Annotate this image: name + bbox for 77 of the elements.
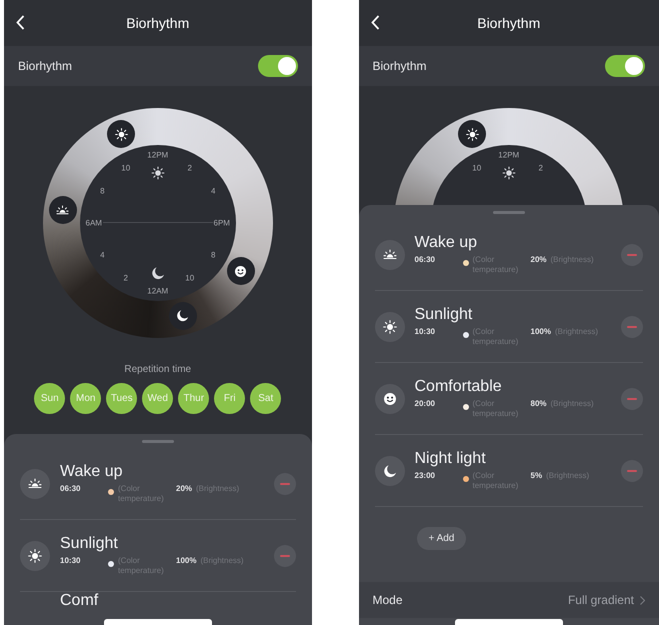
mode-label: Mode <box>372 593 403 607</box>
back-icon[interactable] <box>370 15 380 30</box>
day-button[interactable]: Fri <box>214 383 246 414</box>
sunrise-icon <box>56 204 70 217</box>
screen-title: Biorhythm <box>126 15 190 31</box>
schedule-time: 10:30 <box>414 327 436 336</box>
hour-label: 2 <box>538 163 543 172</box>
brightness-value: 100% <box>530 327 551 336</box>
moon-icon <box>150 266 165 280</box>
sunrise-icon <box>28 476 42 490</box>
toggle-switch[interactable] <box>258 55 298 77</box>
toggle-label: Biorhythm <box>372 59 427 73</box>
day-button[interactable]: Wed <box>142 383 174 414</box>
moon-icon <box>176 309 190 322</box>
brightness-value: 100% <box>176 556 196 565</box>
day-button[interactable]: Sun <box>34 383 66 414</box>
schedule-title: Sunlight <box>414 306 474 324</box>
minus-icon <box>280 482 290 484</box>
smiley-icon <box>382 392 396 406</box>
toggle-label: Biorhythm <box>18 59 72 73</box>
hour-label: 2 <box>188 163 192 172</box>
mode-row[interactable]: Mode Full gradient <box>358 582 659 618</box>
hour-label: 12PM <box>147 150 168 160</box>
minus-icon <box>627 254 637 256</box>
hour-label: 2 <box>124 274 128 283</box>
sun-icon <box>502 166 516 180</box>
back-icon[interactable] <box>16 15 25 30</box>
minus-icon <box>280 554 290 556</box>
schedule-time: 10:30 <box>60 556 82 565</box>
brightness-value: 20% <box>176 484 192 493</box>
hour-label: 12PM <box>498 150 520 160</box>
sun-icon <box>382 320 396 334</box>
day-button[interactable]: Mon <box>70 383 102 414</box>
schedule-title: Comf <box>60 592 98 610</box>
schedule-time: 06:30 <box>60 484 82 493</box>
brightness-value: 80% <box>530 399 547 408</box>
toggle-switch[interactable] <box>605 55 645 77</box>
schedule-time: 23:00 <box>414 471 436 480</box>
add-button[interactable]: + Add <box>416 527 466 550</box>
brightness-value: 20% <box>530 255 547 264</box>
schedule-title: Sunlight <box>60 535 119 553</box>
hour-label: 4 <box>210 186 216 196</box>
screen-title: Biorhythm <box>477 15 540 31</box>
brightness-value: 5% <box>530 471 542 480</box>
drag-handle[interactable] <box>142 440 174 443</box>
hour-label: 6PM <box>214 218 230 228</box>
minus-icon <box>627 470 637 472</box>
sun-icon <box>151 166 164 180</box>
sunrise-icon <box>382 248 396 262</box>
day-button[interactable]: Tues <box>106 383 138 414</box>
schedule-title: Wake up <box>414 234 478 252</box>
sun-icon <box>466 128 478 141</box>
schedule-time: 20:00 <box>414 399 436 408</box>
hour-label: 10 <box>472 163 482 172</box>
schedule-time: 06:30 <box>414 255 436 264</box>
moon-icon <box>382 464 396 478</box>
day-button[interactable]: Sat <box>250 383 282 414</box>
minus-icon <box>627 326 637 328</box>
hour-label: 10 <box>121 163 130 172</box>
hour-label: 8 <box>210 250 216 260</box>
mode-value: Full gradient <box>568 593 634 607</box>
hour-label: 8 <box>100 186 105 196</box>
schedule-title: Night light <box>414 450 487 468</box>
repetition-label: Repetition time <box>123 364 192 375</box>
hour-label: 12AM <box>147 286 168 296</box>
schedule-title: Wake up <box>60 463 124 481</box>
hour-label: 6AM <box>86 218 102 228</box>
schedule-title: Comfortable <box>414 378 503 396</box>
drag-handle[interactable] <box>492 211 525 214</box>
sun-icon <box>28 548 42 562</box>
minus-icon <box>627 398 637 400</box>
smiley-icon <box>234 264 248 278</box>
day-button[interactable]: Thur <box>178 383 210 414</box>
hour-label: 10 <box>185 274 194 283</box>
hour-label: 4 <box>100 250 105 260</box>
chevron-icon <box>640 596 645 604</box>
sun-icon <box>114 128 128 141</box>
